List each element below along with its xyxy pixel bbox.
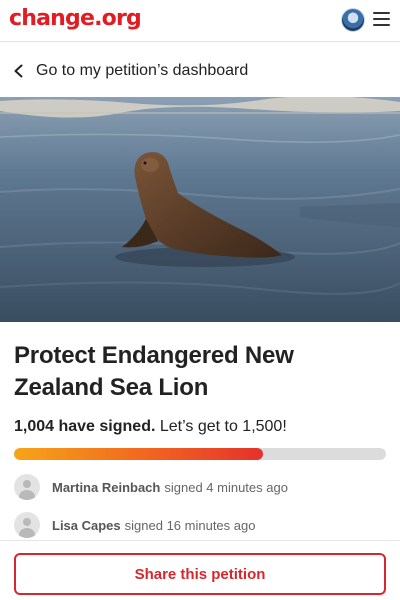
back-to-dashboard-link[interactable]: Go to my petition’s dashboard <box>10 58 248 84</box>
signature-goal: Let’s get to 1,500! <box>159 418 287 435</box>
signed-count: 1,004 have signed. <box>14 418 156 435</box>
share-petition-button[interactable]: Share this petition <box>14 553 386 595</box>
recent-signer: Martina Reinbach signed 4 minutes ago <box>14 473 374 501</box>
sticky-footer: Share this petition <box>0 540 400 600</box>
signer-time: signed 16 minutes ago <box>124 517 256 533</box>
signature-progress-bar <box>14 448 386 460</box>
progress-bar-fill <box>14 448 263 460</box>
top-bar: change.org <box>0 0 400 42</box>
change-org-logo[interactable]: change.org <box>9 6 142 31</box>
signer-time: signed 4 minutes ago <box>164 479 288 495</box>
signer-name: Martina Reinbach <box>52 479 161 495</box>
hamburger-menu-icon[interactable] <box>373 11 391 27</box>
chevron-left-icon <box>14 64 23 78</box>
signer-name: Lisa Capes <box>52 517 121 533</box>
signer-avatar-icon <box>14 474 40 500</box>
signer-avatar-icon <box>14 512 40 538</box>
user-avatar-icon[interactable] <box>341 8 365 32</box>
recent-signer: Lisa Capes signed 16 minutes ago <box>14 511 374 539</box>
petition-title: Protect Endangered New Zealand Sea Lion <box>14 342 294 401</box>
share-button-label: Share this petition <box>134 565 266 583</box>
back-link-label: Go to my petition’s dashboard <box>36 62 249 79</box>
petition-photo <box>0 97 400 322</box>
signature-progress-text: 1,004 have signed. Let’s get to 1,500! <box>14 418 287 436</box>
